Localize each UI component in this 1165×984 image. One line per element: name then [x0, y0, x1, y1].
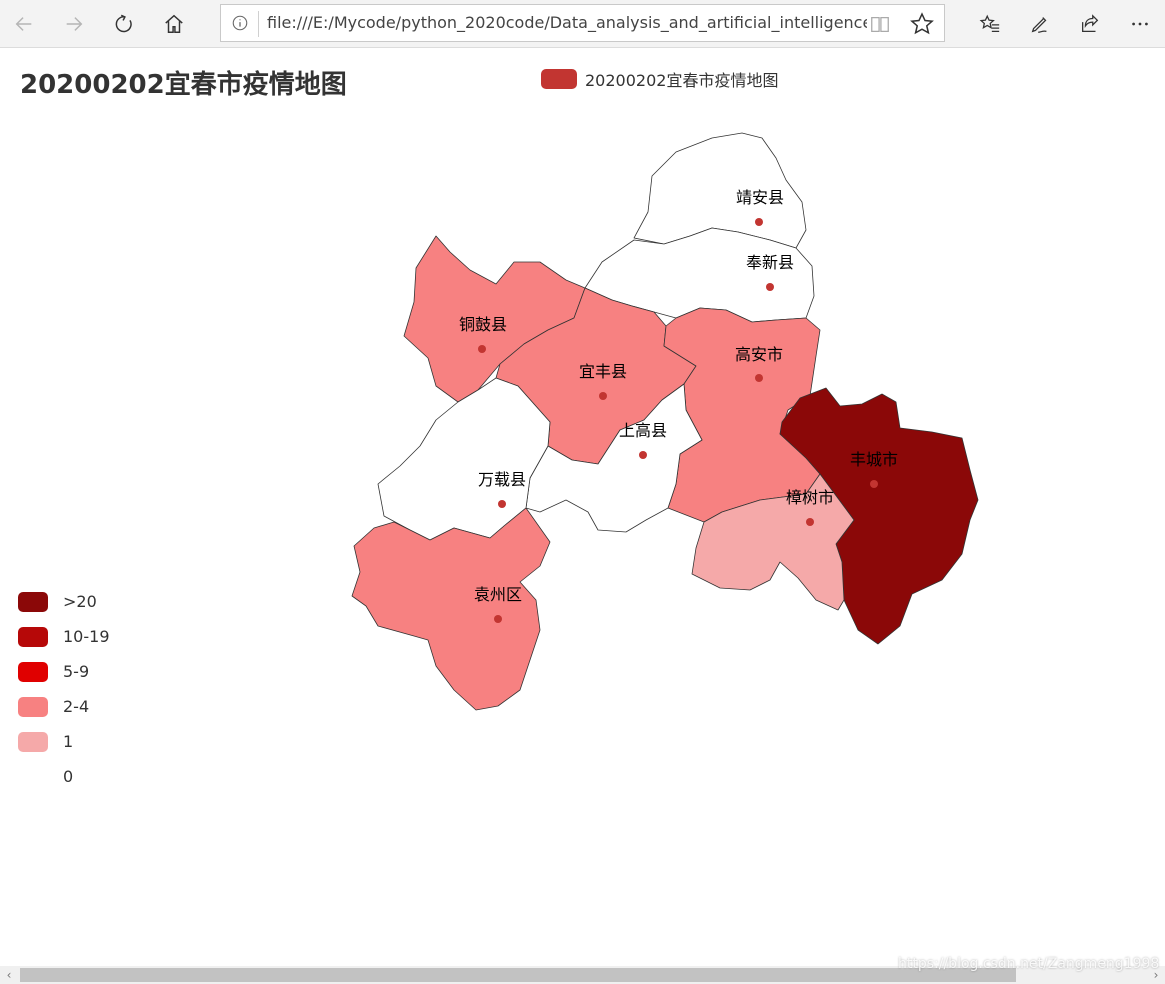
region-label: 靖安县: [736, 189, 784, 207]
map-point[interactable]: [498, 500, 506, 508]
visual-map-item[interactable]: 2-4: [18, 689, 158, 724]
region-label: 樟树市: [786, 489, 834, 507]
map-canvas: 靖安县奉新县铜鼓县宜丰县 高安市上高县丰城市万载县樟树市袁州区: [351, 132, 979, 711]
scrollbar-thumb[interactable]: [20, 968, 1016, 982]
scroll-left-icon[interactable]: ‹: [0, 966, 18, 984]
visual-map-label: 5-9: [63, 662, 90, 681]
visual-map-swatch[interactable]: [18, 731, 48, 752]
region-label: 奉新县: [746, 254, 794, 272]
watermark: https://blog.csdn.net/Zangmeng1998: [898, 956, 1160, 972]
region-label: 高安市: [735, 346, 783, 364]
visual-map-item[interactable]: 10-19: [18, 619, 158, 654]
visual-map-legend: >20 10-19 5-9 2-4 1 0: [18, 584, 158, 794]
visual-map-label: 0: [63, 767, 74, 786]
visual-map-label: 1: [63, 732, 74, 751]
visual-map-swatch[interactable]: [18, 766, 48, 787]
map-point[interactable]: [494, 615, 502, 623]
map-point[interactable]: [639, 451, 647, 459]
map-point[interactable]: [755, 218, 763, 226]
visual-map-item[interactable]: 0: [18, 759, 158, 794]
visual-map-label: 2-4: [63, 697, 90, 716]
map-point[interactable]: [766, 283, 774, 291]
region-label: 万载县: [478, 471, 526, 489]
region-label: 上高县: [619, 422, 667, 440]
map-point[interactable]: [755, 374, 763, 382]
map-region[interactable]: [351, 507, 551, 711]
map-point[interactable]: [870, 480, 878, 488]
visual-map-item[interactable]: 1: [18, 724, 158, 759]
visual-map-swatch[interactable]: [18, 696, 48, 717]
visual-map-label: 10-19: [63, 627, 110, 646]
visual-map-item[interactable]: 5-9: [18, 654, 158, 689]
map-point[interactable]: [806, 518, 814, 526]
region-label: 铜鼓县: [459, 316, 507, 334]
map-point[interactable]: [478, 345, 486, 353]
visual-map-item[interactable]: >20: [18, 584, 158, 619]
region-label: 丰城市: [850, 451, 898, 469]
visual-map-swatch[interactable]: [18, 661, 48, 682]
region-label: 袁州区: [474, 586, 522, 604]
region-label: 宜丰县: [579, 363, 627, 381]
visual-map-swatch[interactable]: [18, 626, 48, 647]
map-point[interactable]: [599, 392, 607, 400]
visual-map-swatch[interactable]: [18, 591, 48, 612]
visual-map-label: >20: [63, 592, 97, 611]
